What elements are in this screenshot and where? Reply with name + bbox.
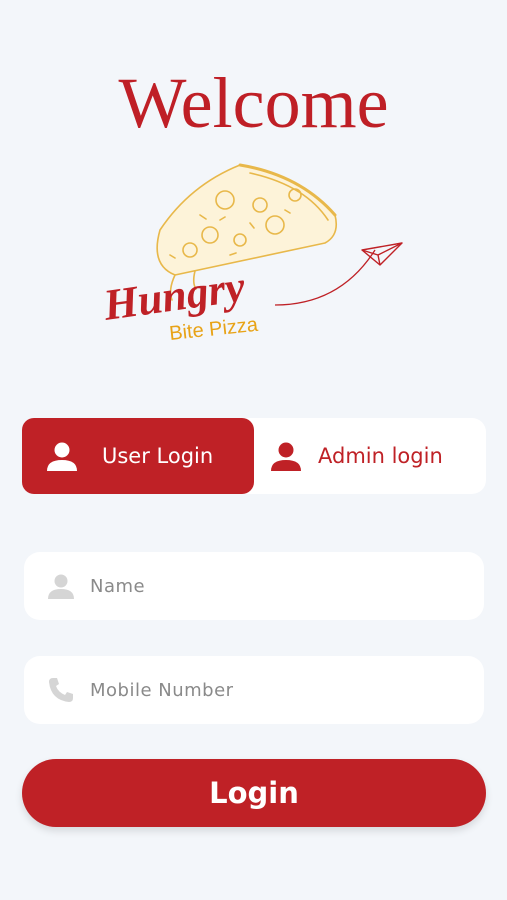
person-icon	[47, 442, 77, 471]
welcome-title: Welcome	[118, 63, 389, 143]
tab-user-login[interactable]: User Login	[22, 418, 254, 494]
person-icon	[271, 442, 301, 471]
mobile-field	[24, 656, 484, 724]
login-button[interactable]: Login	[22, 759, 486, 827]
name-input[interactable]	[90, 575, 450, 597]
tab-admin-login-label: Admin login	[318, 444, 443, 468]
hungry-bite-pizza-logo: Hungry Bite Pizza	[100, 163, 403, 345]
phone-icon	[49, 678, 73, 702]
tab-admin-login[interactable]: Admin login	[254, 418, 486, 494]
login-type-tabs: User Login Admin login	[22, 418, 486, 494]
person-icon	[48, 574, 74, 599]
name-field	[24, 552, 484, 620]
mobile-number-input[interactable]	[90, 679, 450, 701]
tab-user-login-label: User Login	[102, 444, 214, 468]
